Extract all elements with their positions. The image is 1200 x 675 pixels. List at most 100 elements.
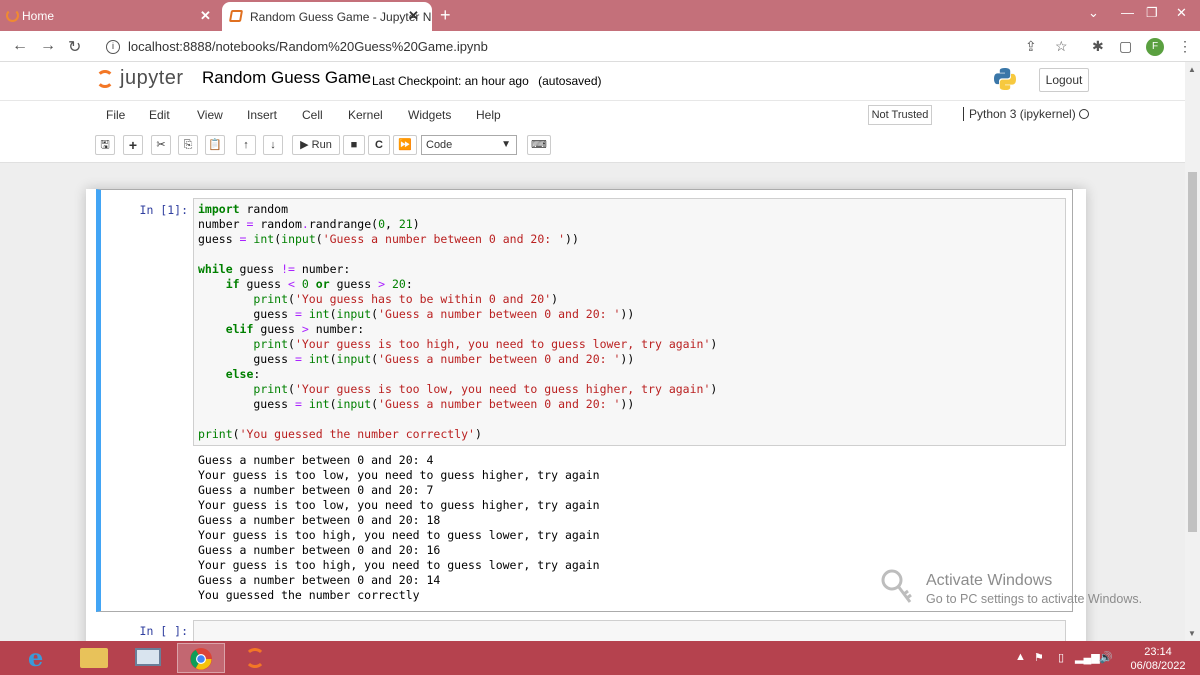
- url-field[interactable]: i localhost:8888/notebooks/Random%20Gues…: [100, 35, 1080, 58]
- scissors-icon: ✂: [156, 139, 166, 151]
- menu-cell[interactable]: Cell: [302, 108, 323, 122]
- jupyter-app-icon: [245, 648, 265, 668]
- menu-edit[interactable]: Edit: [149, 108, 170, 122]
- close-window-icon[interactable]: ✕: [1176, 5, 1187, 21]
- taskbar-ie[interactable]: e: [14, 643, 62, 673]
- menu-help[interactable]: Help: [476, 108, 501, 122]
- computer-icon: [135, 648, 161, 666]
- command-palette-button[interactable]: ⌨: [527, 135, 551, 155]
- restore-icon[interactable]: ❐: [1146, 5, 1158, 21]
- url-text: localhost:8888/notebooks/Random%20Guess%…: [128, 39, 488, 54]
- site-info-icon[interactable]: i: [106, 39, 120, 54]
- tab-home-label: Home: [22, 8, 55, 23]
- menu-kernel[interactable]: Kernel: [348, 108, 383, 122]
- side-panel-icon[interactable]: ▢: [1119, 38, 1132, 55]
- copy-button[interactable]: ⎘: [178, 135, 198, 155]
- paste-button[interactable]: 📋: [205, 135, 225, 155]
- python-logo-icon: [994, 68, 1016, 90]
- address-bar: ← → ↻ i localhost:8888/notebooks/Random%…: [0, 31, 1200, 62]
- menu-file[interactable]: File: [106, 108, 125, 122]
- minimize-icon[interactable]: —: [1121, 5, 1134, 20]
- interrupt-button[interactable]: ■: [343, 135, 365, 155]
- menu-view[interactable]: View: [197, 108, 223, 122]
- back-icon[interactable]: ←: [12, 37, 28, 55]
- taskbar-chrome[interactable]: [177, 643, 225, 673]
- watermark-subtitle: Go to PC settings to activate Windows.: [926, 592, 1143, 606]
- chrome-icon: [190, 648, 212, 670]
- code-source[interactable]: import random number = random.randrange(…: [198, 202, 717, 442]
- plus-icon: +: [128, 137, 138, 153]
- stop-icon: ■: [350, 139, 358, 151]
- clock-date: 06/08/2022: [1130, 660, 1186, 672]
- arrow-down-icon: ↓: [270, 139, 276, 151]
- taskbar-explorer[interactable]: [70, 643, 118, 673]
- cell-type-select[interactable]: Code ▼: [421, 135, 517, 155]
- watermark-title: Activate Windows: [926, 572, 1053, 589]
- play-icon: ▶: [300, 139, 309, 151]
- bookmark-star-icon[interactable]: ☆: [1055, 38, 1068, 55]
- activate-windows-watermark: Activate Windows Go to PC settings to ac…: [926, 572, 1142, 606]
- menu-insert[interactable]: Insert: [247, 108, 277, 122]
- notebook-name[interactable]: Random Guess Game: [202, 68, 371, 88]
- system-clock[interactable]: 23:14 06/08/2022: [1122, 645, 1194, 673]
- key-icon: [881, 569, 912, 603]
- vertical-scrollbar[interactable]: ▲ ▼: [1185, 62, 1200, 641]
- checkpoint-status: Last Checkpoint: an hour ago (autosaved): [372, 74, 602, 88]
- tab-search-icon[interactable]: ⌄: [1088, 5, 1099, 21]
- browser-menu-icon[interactable]: ⋮: [1178, 38, 1192, 55]
- kernel-name[interactable]: Python 3 (ipykernel): [963, 107, 1076, 121]
- jupyter-logo-icon: [96, 69, 114, 88]
- checkpoint-text: Last Checkpoint: an hour ago: [372, 74, 529, 88]
- share-icon[interactable]: ⇪: [1025, 38, 1037, 55]
- autosave-text: (autosaved): [538, 74, 602, 88]
- tab-home[interactable]: Home ✕: [0, 0, 225, 31]
- tab-active-label: Random Guess Game - Jupyter N: [250, 9, 432, 24]
- menu-widgets[interactable]: Widgets: [408, 108, 451, 122]
- keyboard-icon: ⌨: [531, 139, 547, 151]
- flag-icon[interactable]: ⚑: [1034, 651, 1044, 664]
- cell-prompt: In [1]:: [139, 203, 188, 217]
- jupyter-favicon-icon: [6, 9, 19, 22]
- battery-icon[interactable]: ▯: [1058, 651, 1064, 664]
- fast-forward-icon: ⏩: [398, 139, 412, 151]
- save-button[interactable]: 🖫: [95, 135, 115, 155]
- restart-button[interactable]: C: [368, 135, 390, 155]
- show-hidden-icons[interactable]: ▲: [1015, 651, 1026, 663]
- forward-icon[interactable]: →: [40, 37, 56, 55]
- run-button[interactable]: ▶ Run: [292, 135, 340, 155]
- signal-icon[interactable]: ▂▄▆: [1075, 651, 1100, 664]
- empty-code-cell[interactable]: [193, 620, 1066, 641]
- jupyter-logo[interactable]: jupyter: [96, 67, 184, 90]
- copy-icon: ⎘: [183, 139, 193, 151]
- restart-icon: C: [375, 139, 383, 151]
- save-icon: 🖫: [100, 139, 110, 151]
- cell-output: Guess a number between 0 and 20: 4 Your …: [198, 453, 600, 602]
- trust-button[interactable]: Not Trusted: [868, 105, 932, 125]
- restart-run-all-button[interactable]: ⏩: [393, 135, 417, 155]
- browser-tab-strip: Home ✕ Random Guess Game - Jupyter N ✕ +…: [0, 0, 1200, 31]
- move-up-button[interactable]: ↑: [236, 135, 256, 155]
- taskbar-jupyter[interactable]: [232, 643, 280, 673]
- extensions-icon[interactable]: ✱: [1092, 38, 1104, 55]
- jupyter-logo-text: jupyter: [120, 67, 184, 89]
- close-tab-icon[interactable]: ✕: [408, 8, 419, 24]
- profile-avatar[interactable]: F: [1146, 38, 1164, 56]
- taskbar-terminal[interactable]: [123, 643, 171, 673]
- logout-button[interactable]: Logout: [1039, 68, 1089, 92]
- run-label: Run: [311, 139, 332, 151]
- chevron-down-icon: ▼: [501, 139, 511, 150]
- reload-icon[interactable]: ↻: [68, 37, 81, 57]
- scroll-up-icon[interactable]: ▲: [1188, 65, 1196, 74]
- tab-random-guess-game[interactable]: Random Guess Game - Jupyter N ✕: [222, 2, 432, 31]
- scroll-down-icon[interactable]: ▼: [1188, 629, 1196, 638]
- internet-explorer-icon: e: [28, 643, 44, 672]
- empty-cell-prompt: In [ ]:: [139, 624, 188, 638]
- kernel-status-icon: [1079, 109, 1089, 119]
- new-tab-button[interactable]: +: [440, 5, 451, 26]
- insert-cell-button[interactable]: +: [123, 135, 143, 155]
- volume-icon[interactable]: 🔊: [1099, 651, 1113, 664]
- cut-button[interactable]: ✂: [151, 135, 171, 155]
- close-tab-icon[interactable]: ✕: [200, 8, 211, 24]
- scrollbar-thumb[interactable]: [1188, 172, 1197, 532]
- move-down-button[interactable]: ↓: [263, 135, 283, 155]
